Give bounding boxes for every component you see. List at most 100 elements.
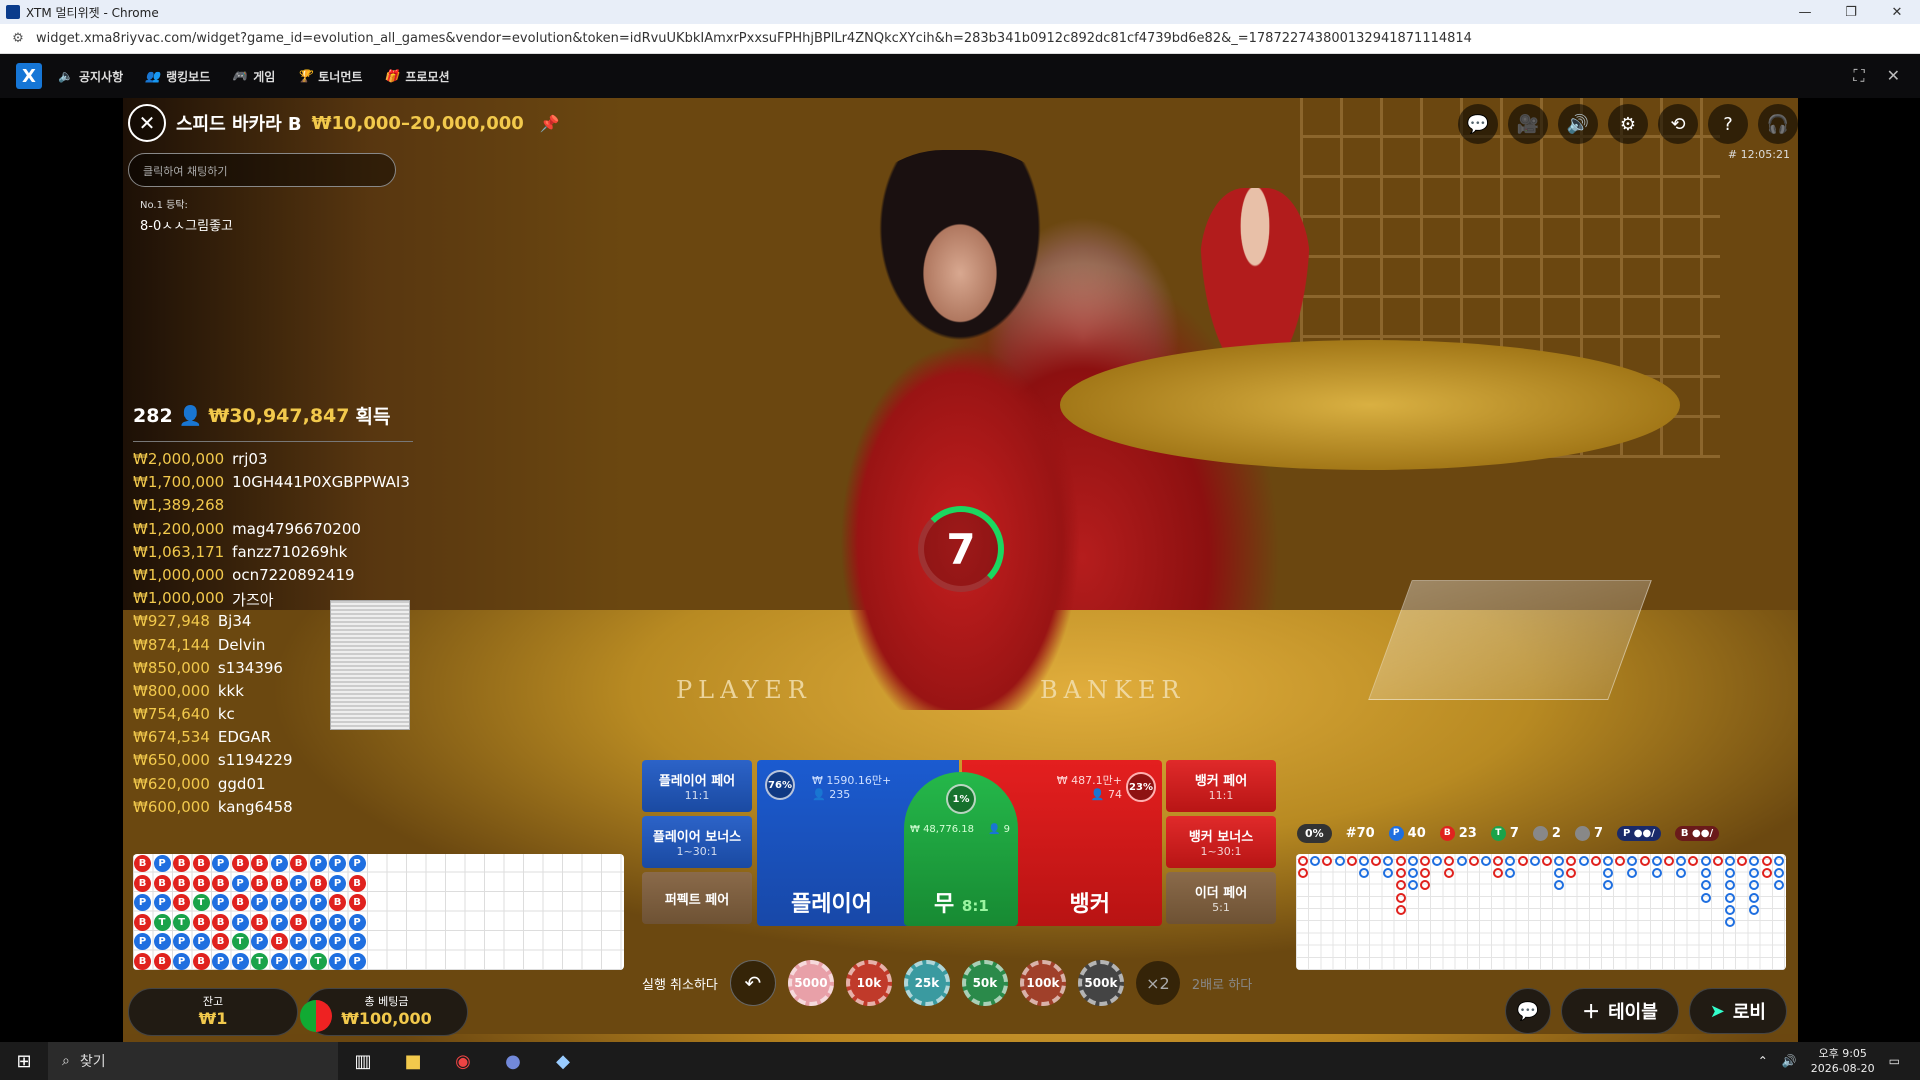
volume-icon[interactable]: 🔊 <box>1558 104 1598 144</box>
windows-start-icon[interactable]: ⊞ <box>0 1051 48 1072</box>
bead-P: P <box>348 952 366 970</box>
chip-10k[interactable]: 10k <box>845 960 892 1006</box>
chat-bubble-icon[interactable]: 💬 <box>1505 988 1552 1034</box>
task-view-icon[interactable]: ▥ <box>338 1051 388 1072</box>
player-pair-bet[interactable]: 플레이어 페어 11:1 <box>642 760 752 812</box>
winner-row: ₩1,200,000 mag4796670200 <box>133 520 413 543</box>
road-ring <box>1395 868 1406 879</box>
bead-P: P <box>290 874 307 892</box>
close-icon[interactable]: ✕ <box>128 104 166 142</box>
either-pair-bet[interactable]: 이더 페어 5:1 <box>1166 872 1276 924</box>
chat-icon[interactable]: 💬 <box>1458 104 1498 144</box>
tray-chevron-icon[interactable]: ⌃ <box>1758 1054 1768 1068</box>
winner-name: s1194229 <box>217 751 293 770</box>
date: 2026-08-20 <box>1810 1062 1875 1075</box>
bead-P: P <box>134 933 151 950</box>
history-icon[interactable]: ⟲ <box>1658 104 1698 144</box>
nav-tournament[interactable]: 🏆 토너먼트 <box>297 68 362 85</box>
gift-icon: 🎁 <box>384 69 400 83</box>
game-header: ✕ 스피드 바카라 B ₩10,000–20,000,000 📌 <box>128 104 560 142</box>
banker-label: 뱅커 <box>1069 892 1110 917</box>
winner-name: kang6458 <box>217 797 293 816</box>
player-bonus-bet[interactable]: 플레이어 보너스 1~30:1 <box>642 816 752 868</box>
player-wins: P 40 <box>1388 825 1426 841</box>
chip-500k[interactable]: 500k <box>1077 960 1124 1006</box>
bead-P: P <box>212 894 229 911</box>
tie-count: 👤 9 <box>988 824 1010 835</box>
player-predict-button[interactable]: P ●●/ <box>1617 825 1661 841</box>
app-icon[interactable]: ◆ <box>538 1051 588 1072</box>
road-ring <box>1407 868 1418 879</box>
nav-promotion[interactable]: 🎁 프로모션 <box>384 68 449 85</box>
discord-icon[interactable]: ● <box>488 1051 538 1072</box>
winner-row: ₩620,000 ggd01 <box>133 775 413 798</box>
lobby-icon: ➤ <box>1709 1000 1725 1022</box>
bead-road[interactable]: BBPBPBPPBPTPBBBBBTPPPBBTBPBBPBPBBPPBPBPT… <box>133 854 624 970</box>
banker-pair-bet[interactable]: 뱅커 페어 11:1 <box>1166 760 1276 812</box>
table-button[interactable]: ＋ 테이블 <box>1561 988 1679 1034</box>
road-ring <box>1700 892 1711 903</box>
bead-P: P <box>231 952 249 970</box>
minimize-button[interactable]: — <box>1782 0 1828 24</box>
video-icon[interactable]: 🎥 <box>1508 104 1548 144</box>
winner-amount: ₩600,000 <box>133 797 210 816</box>
taskbar-search[interactable]: ⌕ 찾기 <box>48 1042 338 1080</box>
help-icon[interactable]: ? <box>1708 104 1748 144</box>
game-title: 스피드 바카라 B <box>176 114 302 135</box>
chrome-icon[interactable]: ◉ <box>438 1051 488 1072</box>
url-text[interactable]: widget.xma8riyvac.com/widget?game_id=evo… <box>36 31 1472 46</box>
bead-B: B <box>231 855 249 872</box>
winner-amount: ₩620,000 <box>133 774 210 793</box>
banker-bonus-bet[interactable]: 뱅커 보너스 1~30:1 <box>1166 816 1276 868</box>
bead-P: P <box>251 894 268 911</box>
bead-B: B <box>173 874 190 892</box>
site-logo[interactable]: X <box>16 63 42 89</box>
winner-row: ₩1,000,000 가즈아 <box>133 589 413 612</box>
banker-wins-value: 23 <box>1458 825 1477 841</box>
chip-25k[interactable]: 25k <box>903 960 950 1006</box>
bead-B: B <box>270 933 288 950</box>
double-icon[interactable]: ×2 <box>1135 961 1180 1005</box>
big-road[interactable] <box>1296 854 1786 970</box>
speaker-icon[interactable]: 🔊 <box>1782 1054 1797 1068</box>
road-ring <box>1725 856 1735 866</box>
bead-P: P <box>329 952 346 970</box>
clock[interactable]: 오후 9:05 2026-08-20 <box>1811 1046 1875 1076</box>
winner-row: ₩1,389,268 <box>133 496 413 519</box>
winner-row: ₩1,000,000 ocn7220892419 <box>133 566 413 589</box>
notification-icon[interactable]: ▭ <box>1889 1054 1900 1068</box>
pin-icon[interactable]: 📌 <box>540 114 560 133</box>
player-label: 플레이어 <box>791 892 872 917</box>
nav-game[interactable]: 🎮 게임 <box>232 68 275 85</box>
support-icon[interactable]: 🎧 <box>1758 104 1798 144</box>
road-ring <box>1346 856 1357 866</box>
chip-100k[interactable]: 100k <box>1019 960 1066 1006</box>
chip-5000[interactable]: 5000 <box>787 960 834 1006</box>
site-info-icon[interactable]: ⚙ <box>0 31 36 46</box>
nav-notice[interactable]: 🔈 공지사항 <box>58 68 123 85</box>
close-widget-icon[interactable]: ✕ <box>1887 66 1900 86</box>
perfect-pair-bet[interactable]: 퍼펙트 페어 <box>642 872 752 924</box>
bead-B: B <box>251 855 268 872</box>
file-explorer-icon[interactable]: ■ <box>388 1051 438 1072</box>
chat-input[interactable]: 클릭하여 채팅하기 <box>128 153 396 187</box>
system-tray: ⌃ 🔊 오후 9:05 2026-08-20 ▭ <box>1758 1042 1900 1080</box>
tie-bet[interactable]: 1% ₩ 48,776.18 👤 9 무 8:1 <box>904 772 1018 926</box>
fullscreen-icon[interactable]: ⛶ <box>1853 66 1864 86</box>
nav-ranking[interactable]: 👥 랭킹보드 <box>145 68 210 85</box>
player-count: 👤 235 <box>812 788 851 801</box>
chip-50k[interactable]: 50k <box>961 960 1008 1006</box>
settings-icon[interactable]: ⚙ <box>1608 104 1648 144</box>
undo-icon[interactable]: ↶ <box>729 960 776 1006</box>
close-window-button[interactable]: ✕ <box>1874 0 1920 24</box>
round-count: #70 <box>1345 825 1375 841</box>
banker-predict-button[interactable]: B ●●/ <box>1674 825 1720 841</box>
bead-B: B <box>348 874 366 892</box>
winner-amount: ₩754,640 <box>133 705 210 724</box>
road-ring <box>1529 856 1540 866</box>
bet-chip-icon <box>300 1000 332 1032</box>
road-ring <box>1578 856 1589 866</box>
lobby-button[interactable]: ➤ 로비 <box>1688 988 1787 1034</box>
address-bar[interactable]: ⚙ widget.xma8riyvac.com/widget?game_id=e… <box>0 24 1920 54</box>
restore-button[interactable]: ❐ <box>1828 0 1874 24</box>
